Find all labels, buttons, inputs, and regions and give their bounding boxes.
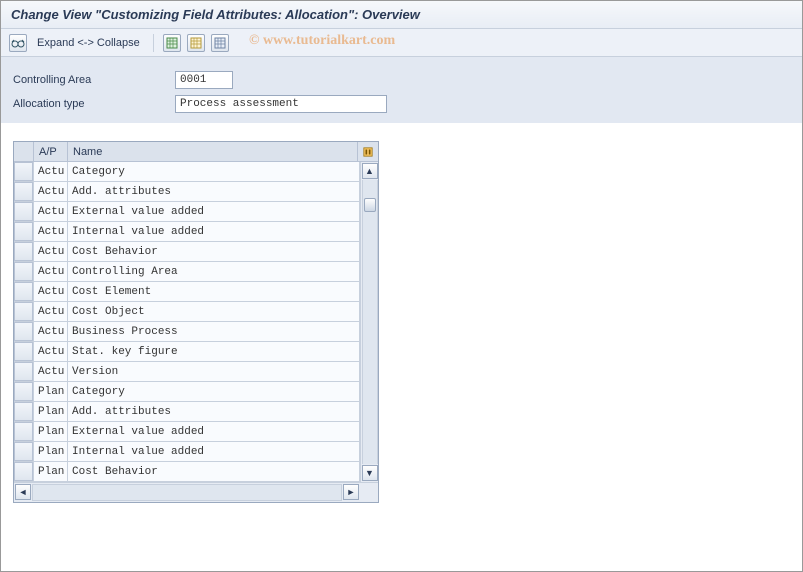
row-selector[interactable] xyxy=(14,342,34,361)
cell-ap[interactable]: Actu xyxy=(34,182,68,201)
row-selector[interactable] xyxy=(14,162,34,181)
row-selector[interactable] xyxy=(14,402,34,421)
table-row: ActuCategory xyxy=(14,162,360,182)
allocation-type-row: Allocation type xyxy=(13,95,790,113)
cell-ap[interactable]: Actu xyxy=(34,342,68,361)
form-area: Controlling Area Allocation type xyxy=(1,57,802,123)
row-selector[interactable] xyxy=(14,242,34,261)
row-selector[interactable] xyxy=(14,422,34,441)
page-title: Change View "Customizing Field Attribute… xyxy=(11,7,792,22)
scroll-down-icon[interactable]: ▼ xyxy=(362,465,378,481)
controlling-area-field[interactable] xyxy=(175,71,233,89)
cell-ap[interactable]: Plan xyxy=(34,422,68,441)
table-row: PlanInternal value added xyxy=(14,442,360,462)
table-row: PlanCost Behavior xyxy=(14,462,360,482)
row-selector[interactable] xyxy=(14,442,34,461)
row-selector[interactable] xyxy=(14,302,34,321)
cell-name[interactable]: Controlling Area xyxy=(68,262,360,281)
cell-ap[interactable]: Plan xyxy=(34,442,68,461)
table-row: ActuStat. key figure xyxy=(14,342,360,362)
cell-name[interactable]: Add. attributes xyxy=(68,182,360,201)
cell-ap[interactable]: Actu xyxy=(34,362,68,381)
cell-name[interactable]: External value added xyxy=(68,202,360,221)
horizontal-scrollbar[interactable]: ◄ ► xyxy=(14,482,378,502)
cell-ap[interactable]: Actu xyxy=(34,262,68,281)
toolbar-separator xyxy=(153,34,154,52)
cell-name[interactable]: Category xyxy=(68,162,360,181)
row-selector[interactable] xyxy=(14,462,34,481)
table-row: ActuInternal value added xyxy=(14,222,360,242)
row-selector[interactable] xyxy=(14,182,34,201)
allocation-type-label: Allocation type xyxy=(13,98,163,110)
controlling-area-label: Controlling Area xyxy=(13,74,163,86)
table-row: PlanCategory xyxy=(14,382,360,402)
table-row: ActuCost Object xyxy=(14,302,360,322)
expand-collapse-button[interactable]: Expand <-> Collapse xyxy=(33,35,144,51)
scroll-up-icon[interactable]: ▲ xyxy=(362,163,378,179)
cell-name[interactable]: Category xyxy=(68,382,360,401)
header-select-all[interactable] xyxy=(14,142,34,161)
cell-ap[interactable]: Actu xyxy=(34,322,68,341)
cell-name[interactable]: Cost Element xyxy=(68,282,360,301)
table-body: ActuCategoryActuAdd. attributesActuExter… xyxy=(14,162,378,482)
glasses-icon[interactable] xyxy=(9,34,27,52)
cell-name[interactable]: Stat. key figure xyxy=(68,342,360,361)
cell-ap[interactable]: Actu xyxy=(34,162,68,181)
table-plain-icon[interactable] xyxy=(211,34,229,52)
vertical-scrollbar[interactable]: ▲ ▼ xyxy=(360,162,378,482)
row-selector[interactable] xyxy=(14,382,34,401)
cell-name[interactable]: Internal value added xyxy=(68,442,360,461)
watermark-text: © www.tutorialkart.com xyxy=(249,33,395,49)
controlling-area-row: Controlling Area xyxy=(13,71,790,89)
table-row: ActuAdd. attributes xyxy=(14,182,360,202)
cell-ap[interactable]: Actu xyxy=(34,242,68,261)
table-row: ActuCost Behavior xyxy=(14,242,360,262)
cell-name[interactable]: Cost Behavior xyxy=(68,462,360,481)
cell-name[interactable]: Cost Object xyxy=(68,302,360,321)
table-row: PlanExternal value added xyxy=(14,422,360,442)
toolbar: Expand <-> Collapse © www.tutorialkart.c… xyxy=(1,29,802,57)
cell-name[interactable]: Version xyxy=(68,362,360,381)
scroll-thumb[interactable] xyxy=(364,198,376,212)
header-name[interactable]: Name xyxy=(68,142,358,161)
row-selector[interactable] xyxy=(14,262,34,281)
cell-name[interactable]: Cost Behavior xyxy=(68,242,360,261)
scroll-left-icon[interactable]: ◄ xyxy=(15,484,31,500)
scroll-right-icon[interactable]: ► xyxy=(343,484,359,500)
configure-columns-icon[interactable] xyxy=(358,142,378,161)
cell-ap[interactable]: Actu xyxy=(34,282,68,301)
table-green-icon[interactable] xyxy=(163,34,181,52)
table-yellow-icon[interactable] xyxy=(187,34,205,52)
table-row: ActuExternal value added xyxy=(14,202,360,222)
table-header: A/P Name xyxy=(14,142,378,162)
table-row: ActuBusiness Process xyxy=(14,322,360,342)
cell-ap[interactable]: Actu xyxy=(34,222,68,241)
cell-ap[interactable]: Plan xyxy=(34,462,68,481)
row-selector[interactable] xyxy=(14,222,34,241)
h-scroll-track[interactable] xyxy=(32,484,342,501)
cell-ap[interactable]: Actu xyxy=(34,202,68,221)
row-selector[interactable] xyxy=(14,282,34,301)
cell-name[interactable]: External value added xyxy=(68,422,360,441)
cell-name[interactable]: Add. attributes xyxy=(68,402,360,421)
corner-spacer xyxy=(360,483,378,502)
row-selector[interactable] xyxy=(14,362,34,381)
cell-ap[interactable]: Plan xyxy=(34,402,68,421)
table-row: ActuCost Element xyxy=(14,282,360,302)
title-bar: Change View "Customizing Field Attribute… xyxy=(1,1,802,29)
cell-name[interactable]: Business Process xyxy=(68,322,360,341)
header-ap[interactable]: A/P xyxy=(34,142,68,161)
scroll-track[interactable] xyxy=(362,180,378,464)
row-selector[interactable] xyxy=(14,202,34,221)
table: A/P Name ActuCategoryActuAdd. attributes… xyxy=(13,141,379,503)
table-row: ActuControlling Area xyxy=(14,262,360,282)
cell-name[interactable]: Internal value added xyxy=(68,222,360,241)
table-row: PlanAdd. attributes xyxy=(14,402,360,422)
allocation-type-field[interactable] xyxy=(175,95,387,113)
row-selector[interactable] xyxy=(14,322,34,341)
cell-ap[interactable]: Plan xyxy=(34,382,68,401)
cell-ap[interactable]: Actu xyxy=(34,302,68,321)
table-row: ActuVersion xyxy=(14,362,360,382)
